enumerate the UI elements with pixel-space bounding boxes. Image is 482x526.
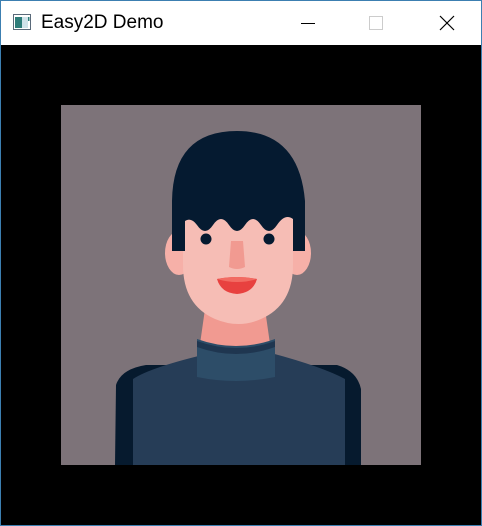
minimize-icon bbox=[301, 23, 315, 24]
close-icon bbox=[439, 15, 455, 31]
close-button[interactable] bbox=[424, 1, 470, 45]
window-title: Easy2D Demo bbox=[41, 12, 164, 33]
app-window: Easy2D Demo bbox=[0, 0, 482, 526]
app-icon bbox=[13, 14, 31, 30]
face bbox=[183, 217, 293, 324]
maximize-button bbox=[353, 1, 399, 45]
portrait-image bbox=[61, 105, 421, 465]
title-bar[interactable]: Easy2D Demo bbox=[1, 1, 481, 45]
minimize-button[interactable] bbox=[285, 1, 331, 45]
maximize-icon bbox=[369, 16, 383, 30]
left-eye bbox=[200, 233, 212, 245]
render-canvas[interactable] bbox=[1, 45, 481, 525]
nose bbox=[229, 241, 245, 269]
right-eye bbox=[263, 233, 275, 245]
